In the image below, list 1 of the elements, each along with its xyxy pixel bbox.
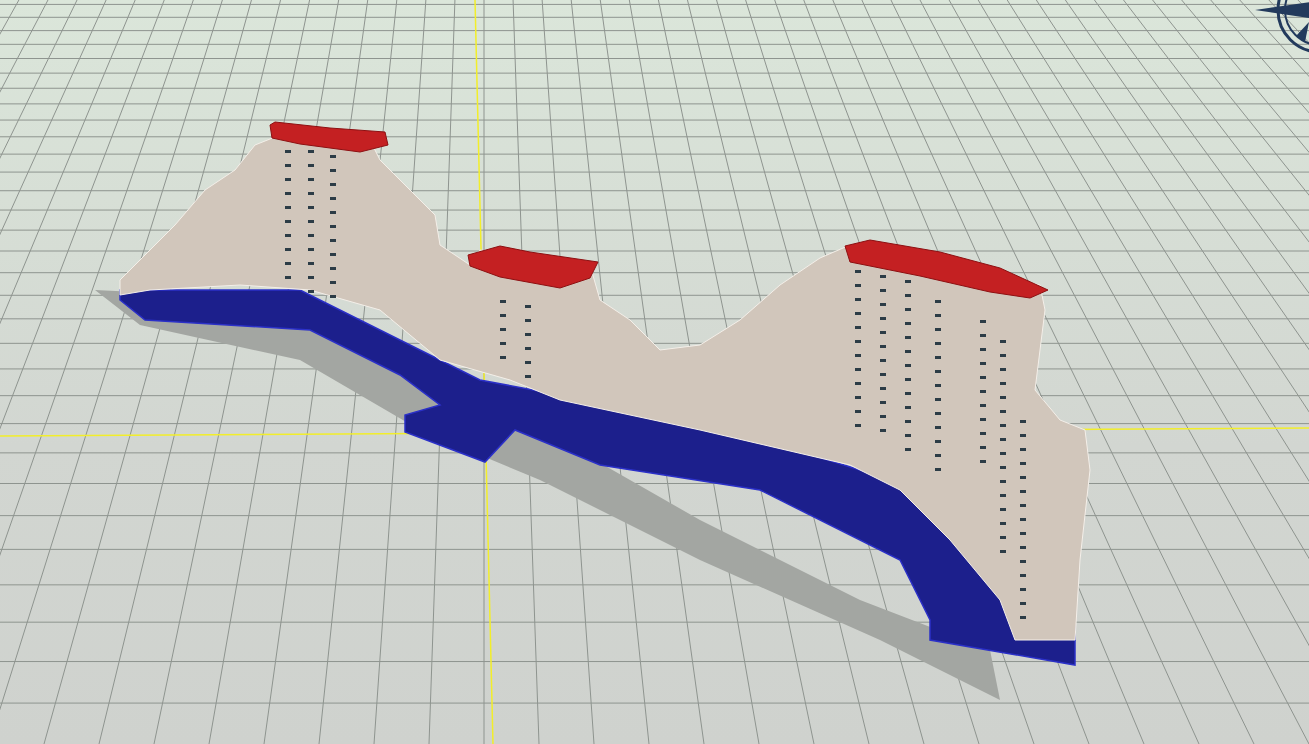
3d-viewport[interactable] bbox=[0, 0, 1309, 744]
